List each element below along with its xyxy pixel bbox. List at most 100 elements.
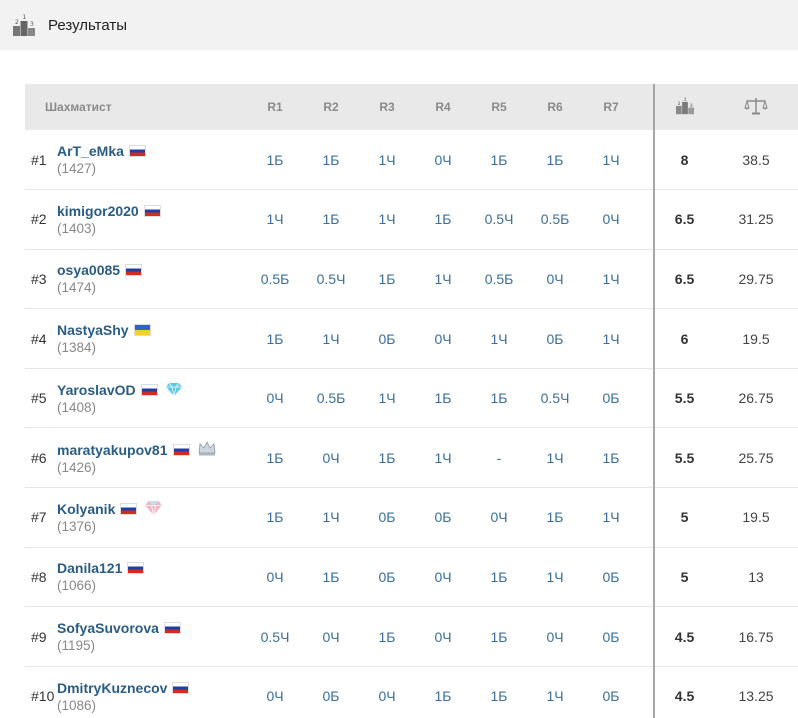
round-result[interactable]: 0.5Ч <box>471 190 527 250</box>
round-result[interactable]: 1Ч <box>303 488 359 548</box>
round-result[interactable]: 1Ч <box>527 428 583 488</box>
tiebreak-cell: 31.25 <box>738 211 774 228</box>
round-result[interactable]: 1Б <box>303 130 359 190</box>
flag-russia-icon <box>163 622 181 635</box>
column-header-round[interactable]: R6 <box>527 84 583 130</box>
round-result[interactable]: 0Ч <box>359 666 415 718</box>
round-result[interactable]: 0.5Б <box>303 368 359 428</box>
column-header-round[interactable]: R4 <box>415 84 471 130</box>
round-result[interactable]: 0Б <box>359 309 415 369</box>
round-result[interactable]: 1Б <box>247 428 303 488</box>
player-cell: maratyakupov81 (1426) <box>57 428 247 488</box>
round-result[interactable]: 0.5Б <box>471 249 527 309</box>
player-name-link[interactable]: SofyaSuvorova <box>57 620 159 636</box>
round-result[interactable]: 1Ч <box>359 368 415 428</box>
round-result[interactable]: 1Б <box>415 666 471 718</box>
round-result[interactable]: 1Б <box>471 547 527 607</box>
round-result[interactable]: 1Ч <box>359 190 415 250</box>
column-header-round[interactable]: R7 <box>583 84 639 130</box>
round-result[interactable]: 1Ч <box>415 428 471 488</box>
round-result[interactable]: 1Б <box>415 368 471 428</box>
round-result[interactable]: 0Б <box>583 547 639 607</box>
round-result[interactable]: 0Б <box>359 488 415 548</box>
round-result[interactable]: 0Ч <box>527 249 583 309</box>
round-result[interactable]: 1Б <box>471 666 527 718</box>
round-result[interactable]: 0Б <box>583 607 639 667</box>
round-result[interactable]: 1Ч <box>527 547 583 607</box>
round-result[interactable]: 0Ч <box>527 607 583 667</box>
round-result[interactable]: 1Б <box>471 368 527 428</box>
round-result[interactable]: 1Б <box>583 428 639 488</box>
player-cell: kimigor2020 (1403) <box>57 190 247 250</box>
round-result[interactable]: 0Ч <box>415 547 471 607</box>
round-result[interactable]: 1Б <box>359 607 415 667</box>
round-result[interactable]: 0Б <box>583 368 639 428</box>
round-result[interactable]: 0.5Ч <box>247 607 303 667</box>
player-name-link[interactable]: osya0085 <box>57 262 120 278</box>
column-header-points[interactable]: 2 1 3 <box>653 84 715 130</box>
round-result[interactable]: 0Ч <box>415 309 471 369</box>
round-result[interactable]: 0Ч <box>247 368 303 428</box>
round-result[interactable]: 0.5Б <box>527 190 583 250</box>
svg-text:2: 2 <box>677 101 680 106</box>
round-result[interactable]: 0Б <box>359 547 415 607</box>
round-result[interactable]: 0Б <box>303 666 359 718</box>
round-result[interactable]: 0.5Ч <box>527 368 583 428</box>
column-header-round[interactable]: R5 <box>471 84 527 130</box>
round-result[interactable]: 0Ч <box>415 607 471 667</box>
round-result[interactable]: 1Ч <box>583 488 639 548</box>
column-header-round[interactable]: R2 <box>303 84 359 130</box>
round-result[interactable]: 0Ч <box>583 190 639 250</box>
round-result[interactable]: 1Ч <box>359 130 415 190</box>
column-header-tiebreak[interactable] <box>714 84 798 130</box>
column-header-round[interactable]: R3 <box>359 84 415 130</box>
player-cell: Kolyanik (1376) <box>57 488 247 548</box>
round-result[interactable]: 1Ч <box>415 249 471 309</box>
round-result[interactable]: 1Б <box>247 130 303 190</box>
round-result[interactable]: 1Б <box>471 130 527 190</box>
round-result[interactable]: 1Б <box>359 428 415 488</box>
round-result[interactable]: 1Ч <box>527 666 583 718</box>
round-result[interactable]: 0Б <box>527 309 583 369</box>
tiebreak-cell: 19.5 <box>742 330 770 347</box>
player-name-link[interactable]: NastyaShy <box>57 322 129 338</box>
round-result[interactable]: 1Б <box>527 130 583 190</box>
round-result[interactable]: 0.5Б <box>247 249 303 309</box>
player-name-link[interactable]: maratyakupov81 <box>57 442 168 458</box>
round-result[interactable]: 0Ч <box>471 488 527 548</box>
player-name-link[interactable]: Danila121 <box>57 560 122 576</box>
round-result[interactable]: 1Б <box>415 190 471 250</box>
round-result[interactable]: 0Б <box>415 488 471 548</box>
player-name-link[interactable]: ArT_eMka <box>57 143 124 159</box>
round-result[interactable]: 1Б <box>527 488 583 548</box>
results-table-container[interactable]: Шахматист R1 R2 R3 R4 R5 R6 R7 2 1 3 #1 … <box>25 84 798 718</box>
round-result[interactable]: 1Б <box>247 309 303 369</box>
round-result[interactable]: 0Ч <box>415 130 471 190</box>
round-result[interactable]: 1Ч <box>303 309 359 369</box>
round-result[interactable]: 1Ч <box>247 190 303 250</box>
round-result[interactable]: 0Ч <box>247 547 303 607</box>
round-result[interactable]: 1Б <box>247 488 303 548</box>
round-result[interactable]: 1Б <box>303 547 359 607</box>
round-result[interactable]: - <box>471 428 527 488</box>
player-name-link[interactable]: kimigor2020 <box>57 203 139 219</box>
column-header-round[interactable]: R1 <box>247 84 303 130</box>
player-name-link[interactable]: YaroslavOD <box>57 382 136 398</box>
player-name-link[interactable]: Kolyanik <box>57 501 115 517</box>
player-name-link[interactable]: DmitryKuznecov <box>57 680 167 696</box>
column-header-player[interactable]: Шахматист <box>25 84 247 130</box>
round-result[interactable]: 1Ч <box>471 309 527 369</box>
round-result[interactable]: 1Ч <box>583 130 639 190</box>
round-result[interactable]: 1Ч <box>583 249 639 309</box>
round-result[interactable]: 0Б <box>583 666 639 718</box>
round-result[interactable]: 0Ч <box>247 666 303 718</box>
round-result[interactable]: 0Ч <box>303 607 359 667</box>
round-result[interactable]: 1Б <box>359 249 415 309</box>
round-result[interactable]: 1Б <box>471 607 527 667</box>
rank-cell: #7 <box>31 509 47 526</box>
rank-cell: #6 <box>31 449 47 466</box>
round-result[interactable]: 1Ч <box>583 309 639 369</box>
round-result[interactable]: 1Б <box>303 190 359 250</box>
round-result[interactable]: 0.5Ч <box>303 249 359 309</box>
round-result[interactable]: 0Ч <box>303 428 359 488</box>
